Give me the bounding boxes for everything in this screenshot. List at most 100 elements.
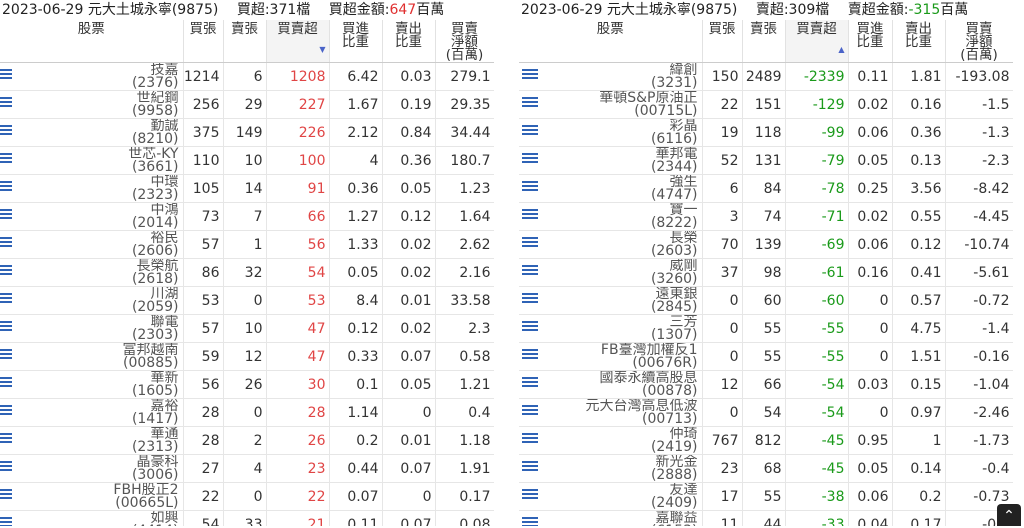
stock-cell[interactable]: 川湖 (2059): [0, 286, 184, 315]
col-amount[interactable]: 買賣 淨額 (百萬): [945, 20, 1013, 63]
table-row[interactable]: 華新 (1605) 56 26 30 0.1 0.05 1.21: [0, 370, 494, 399]
stock-cell[interactable]: 緯創 (3231): [519, 62, 703, 91]
table-row[interactable]: 裕民 (2606) 57 1 56 1.33 0.02 2.62: [0, 230, 494, 259]
list-menu-icon[interactable]: [0, 433, 12, 446]
table-row[interactable]: 威剛 (3260) 37 98 -61 0.16 0.41 -5.61: [519, 258, 1013, 287]
col-buy-ratio[interactable]: 買進 比重: [848, 20, 893, 63]
list-menu-icon[interactable]: [0, 377, 12, 390]
list-menu-icon[interactable]: [522, 125, 538, 138]
table-row[interactable]: 友達 (2409) 17 55 -38 0.06 0.2 -0.73: [519, 482, 1013, 511]
stock-cell[interactable]: 技嘉 (2376): [0, 62, 184, 91]
table-row[interactable]: 華通 (2313) 28 2 26 0.2 0.01 1.18: [0, 426, 494, 455]
list-menu-icon[interactable]: [0, 153, 12, 166]
list-menu-icon[interactable]: [522, 265, 538, 278]
table-row[interactable]: 新光金 (2888) 23 68 -45 0.05 0.14 -0.4: [519, 454, 1013, 483]
table-row[interactable]: FB臺灣加權反1 (00676R) 0 55 -55 0 1.51 -0.16: [519, 342, 1013, 371]
list-menu-icon[interactable]: [522, 153, 538, 166]
col-net[interactable]: 買賣超 ▲: [785, 20, 849, 63]
list-menu-icon[interactable]: [522, 69, 538, 82]
stock-cell[interactable]: 長榮航 (2618): [0, 258, 184, 287]
table-row[interactable]: 世芯-KY (3661) 110 10 100 4 0.36 180.7: [0, 146, 494, 175]
table-row[interactable]: 仲琦 (2419) 767 812 -45 0.95 1 -1.73: [519, 426, 1013, 455]
list-menu-icon[interactable]: [0, 181, 12, 194]
list-menu-icon[interactable]: [0, 517, 12, 526]
stock-cell[interactable]: 威剛 (3260): [519, 258, 703, 287]
col-sell[interactable]: 賣張: [223, 20, 267, 63]
list-menu-icon[interactable]: [522, 209, 538, 222]
list-menu-icon[interactable]: [522, 433, 538, 446]
list-menu-icon[interactable]: [0, 405, 12, 418]
list-menu-icon[interactable]: [522, 293, 538, 306]
list-menu-icon[interactable]: [0, 293, 12, 306]
stock-cell[interactable]: 國泰永續高股息 (00878): [519, 370, 703, 399]
table-row[interactable]: 富邦越南 (00885) 59 12 47 0.33 0.07 0.58: [0, 342, 494, 371]
list-menu-icon[interactable]: [0, 125, 12, 138]
stock-cell[interactable]: 強生 (4747): [519, 174, 703, 203]
table-row[interactable]: 強生 (4747) 6 84 -78 0.25 3.56 -8.42: [519, 174, 1013, 203]
list-menu-icon[interactable]: [0, 209, 12, 222]
table-row[interactable]: 華邦電 (2344) 52 131 -79 0.05 0.13 -2.3: [519, 146, 1013, 175]
col-sell-ratio[interactable]: 賣出 比重: [892, 20, 946, 63]
list-menu-icon[interactable]: [522, 349, 538, 362]
table-row[interactable]: 中鴻 (2014) 73 7 66 1.27 0.12 1.64: [0, 202, 494, 231]
stock-cell[interactable]: 裕民 (2606): [0, 230, 184, 259]
table-row[interactable]: 世紀鋼 (9958) 256 29 227 1.67 0.19 29.35: [0, 90, 494, 119]
list-menu-icon[interactable]: [522, 377, 538, 390]
list-menu-icon[interactable]: [522, 97, 538, 110]
list-menu-icon[interactable]: [0, 69, 12, 82]
col-amount[interactable]: 買賣 淨額 (百萬): [435, 20, 494, 63]
stock-cell[interactable]: 遠東銀 (2845): [519, 286, 703, 315]
stock-cell[interactable]: 華頓S&P原油正 (00715L): [519, 90, 703, 119]
stock-cell[interactable]: 嘉聯益(6153): [519, 510, 703, 526]
table-row[interactable]: 晶豪科 (3006) 27 4 23 0.44 0.07 1.91: [0, 454, 494, 483]
col-buy[interactable]: 買張: [183, 20, 224, 63]
table-row[interactable]: 遠東銀 (2845) 0 60 -60 0 0.57 -0.72: [519, 286, 1013, 315]
col-stock[interactable]: 股票: [0, 20, 184, 63]
stock-cell[interactable]: 如興(4414): [0, 510, 184, 526]
table-row[interactable]: 長榮 (2603) 70 139 -69 0.06 0.12 -10.74: [519, 230, 1013, 259]
col-stock[interactable]: 股票: [519, 20, 703, 63]
stock-cell[interactable]: 勤誠 (8210): [0, 118, 184, 147]
stock-cell[interactable]: 中鴻 (2014): [0, 202, 184, 231]
list-menu-icon[interactable]: [522, 517, 538, 526]
list-menu-icon[interactable]: [0, 265, 12, 278]
stock-cell[interactable]: 世紀鋼 (9958): [0, 90, 184, 119]
list-menu-icon[interactable]: [522, 461, 538, 474]
table-row[interactable]: 中環 (2323) 105 14 91 0.36 0.05 1.23: [0, 174, 494, 203]
stock-cell[interactable]: 華新 (1605): [0, 370, 184, 399]
stock-cell[interactable]: 聯電 (2303): [0, 314, 184, 343]
col-sell-ratio[interactable]: 賣出 比重: [382, 20, 436, 63]
list-menu-icon[interactable]: [522, 181, 538, 194]
col-buy[interactable]: 買張: [702, 20, 743, 63]
stock-cell[interactable]: 華邦電 (2344): [519, 146, 703, 175]
table-row[interactable]: 如興(4414)5433210.110.070.08: [0, 510, 494, 526]
table-row[interactable]: 元大台灣高息低波 (00713) 0 54 -54 0 0.97 -2.46: [519, 398, 1013, 427]
stock-cell[interactable]: 中環 (2323): [0, 174, 184, 203]
table-row[interactable]: 嘉裕 (1417) 28 0 28 1.14 0 0.4: [0, 398, 494, 427]
col-sell[interactable]: 賣張: [742, 20, 786, 63]
stock-cell[interactable]: 友達 (2409): [519, 482, 703, 511]
scroll-to-top-button[interactable]: ⌃: [997, 504, 1021, 526]
list-menu-icon[interactable]: [522, 237, 538, 250]
table-row[interactable]: 嘉聯益(6153)1144-330.040.17-0.2: [519, 510, 1013, 526]
table-row[interactable]: 技嘉 (2376) 1214 6 1208 6.42 0.03 279.1: [0, 62, 494, 91]
stock-cell[interactable]: 仲琦 (2419): [519, 426, 703, 455]
table-row[interactable]: 國泰永續高股息 (00878) 12 66 -54 0.03 0.15 -1.04: [519, 370, 1013, 399]
stock-cell[interactable]: 寶一 (8222): [519, 202, 703, 231]
stock-cell[interactable]: 富邦越南 (00885): [0, 342, 184, 371]
table-row[interactable]: 長榮航 (2618) 86 32 54 0.05 0.02 2.16: [0, 258, 494, 287]
stock-cell[interactable]: 華通 (2313): [0, 426, 184, 455]
stock-cell[interactable]: 長榮 (2603): [519, 230, 703, 259]
col-net[interactable]: 買賣超 ▼: [266, 20, 330, 63]
stock-cell[interactable]: 世芯-KY (3661): [0, 146, 184, 175]
list-menu-icon[interactable]: [522, 489, 538, 502]
list-menu-icon[interactable]: [522, 321, 538, 334]
stock-cell[interactable]: FB臺灣加權反1 (00676R): [519, 342, 703, 371]
stock-cell[interactable]: FBH股正2 (00665L): [0, 482, 184, 511]
table-row[interactable]: 華頓S&P原油正 (00715L) 22 151 -129 0.02 0.16 -1.5: [519, 90, 1013, 119]
list-menu-icon[interactable]: [0, 349, 12, 362]
table-row[interactable]: 三芳 (1307) 0 55 -55 0 4.75 -1.4: [519, 314, 1013, 343]
table-row[interactable]: 川湖 (2059) 53 0 53 8.4 0.01 33.58: [0, 286, 494, 315]
table-row[interactable]: 寶一 (8222) 3 74 -71 0.02 0.55 -4.45: [519, 202, 1013, 231]
table-row[interactable]: 聯電 (2303) 57 10 47 0.12 0.02 2.3: [0, 314, 494, 343]
